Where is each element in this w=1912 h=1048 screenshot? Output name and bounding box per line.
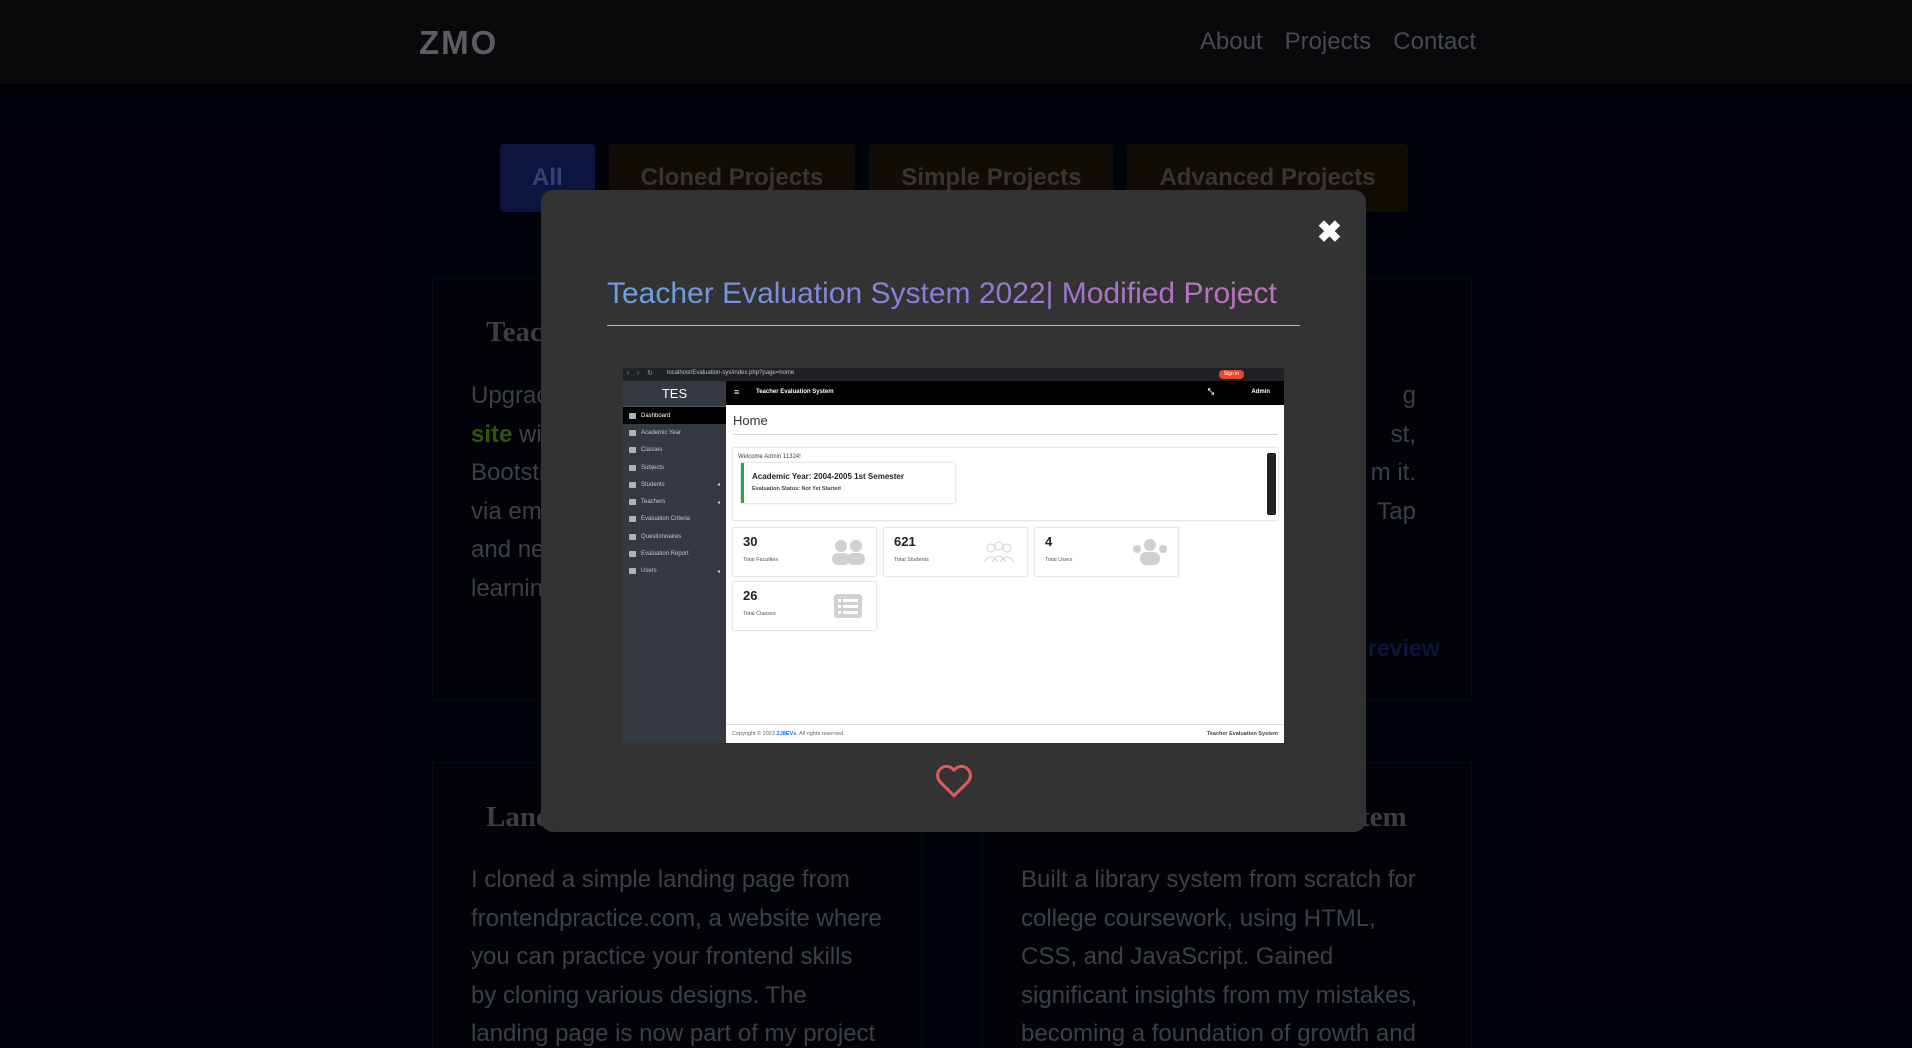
project-modal: ✖ Teacher Evaluation System 2022| Modifi… bbox=[541, 190, 1366, 832]
group-icon bbox=[1133, 539, 1167, 565]
sidebar-item-dashboard: Dashboard bbox=[623, 407, 726, 425]
stat-card: 4 Total Users bbox=[1035, 528, 1178, 576]
toolbar-widget bbox=[1267, 453, 1276, 515]
back-icon: ‹ bbox=[627, 370, 630, 377]
sidebar-item-users: Users ◂ bbox=[623, 563, 726, 580]
stat-card: 621 Total Students bbox=[884, 528, 1027, 576]
browser-url: localhost/Evaluation-sys/index.php?page=… bbox=[667, 370, 795, 376]
close-icon[interactable]: ✖ bbox=[1317, 218, 1342, 248]
sidebar-item-teachers: Teachers ◂ bbox=[623, 493, 726, 510]
screenshot-heading: Home bbox=[733, 413, 768, 428]
stat-card: 26 Total Classes bbox=[733, 582, 876, 630]
expand-icon: ⤡ bbox=[1207, 387, 1214, 396]
heart-icon[interactable] bbox=[935, 764, 973, 798]
sidebar-item-academic-year: Academic Year bbox=[623, 424, 726, 441]
sidebar-item-students: Students ◂ bbox=[623, 476, 726, 493]
screenshot-brand: TES bbox=[623, 381, 726, 407]
screenshot-footer: Copyright © 2023 ZJ8EVs. All rights rese… bbox=[726, 724, 1284, 743]
hamburger-icon: ≡ bbox=[734, 387, 740, 397]
sidebar-item-questionnaires: Questionnaires bbox=[623, 528, 726, 545]
browser-bar: ‹ › ↻ localhost/Evaluation-sys/index.php… bbox=[623, 368, 1284, 381]
stat-card: 30 Total Faculties bbox=[733, 528, 876, 576]
students-icon bbox=[983, 541, 1015, 563]
users-icon bbox=[832, 540, 865, 565]
list-icon bbox=[834, 594, 862, 618]
reload-icon: ↻ bbox=[647, 370, 653, 377]
signin-badge: Sign in bbox=[1218, 370, 1244, 379]
sidebar-item-classes: Classes bbox=[623, 442, 726, 459]
sidebar-item-subjects: Subjects bbox=[623, 459, 726, 476]
sidebar-item-evaluation-criteria: Evaluation Criteria bbox=[623, 511, 726, 528]
welcome-panel: Welcome Admin 11324! Academic Year: 2004… bbox=[733, 448, 1278, 520]
project-screenshot: ‹ › ↻ localhost/Evaluation-sys/index.php… bbox=[623, 368, 1284, 743]
screenshot-sidebar: TES Dashboard Academic Year Classes Subj… bbox=[623, 381, 726, 743]
forward-icon: › bbox=[637, 370, 640, 377]
screenshot-topbar: ≡ Teacher Evaluation System ⤡ Admin bbox=[726, 381, 1284, 405]
sidebar-item-evaluation-report: Evaluation Report bbox=[623, 545, 726, 562]
modal-title: Teacher Evaluation System 2022| Modified… bbox=[607, 277, 1300, 326]
